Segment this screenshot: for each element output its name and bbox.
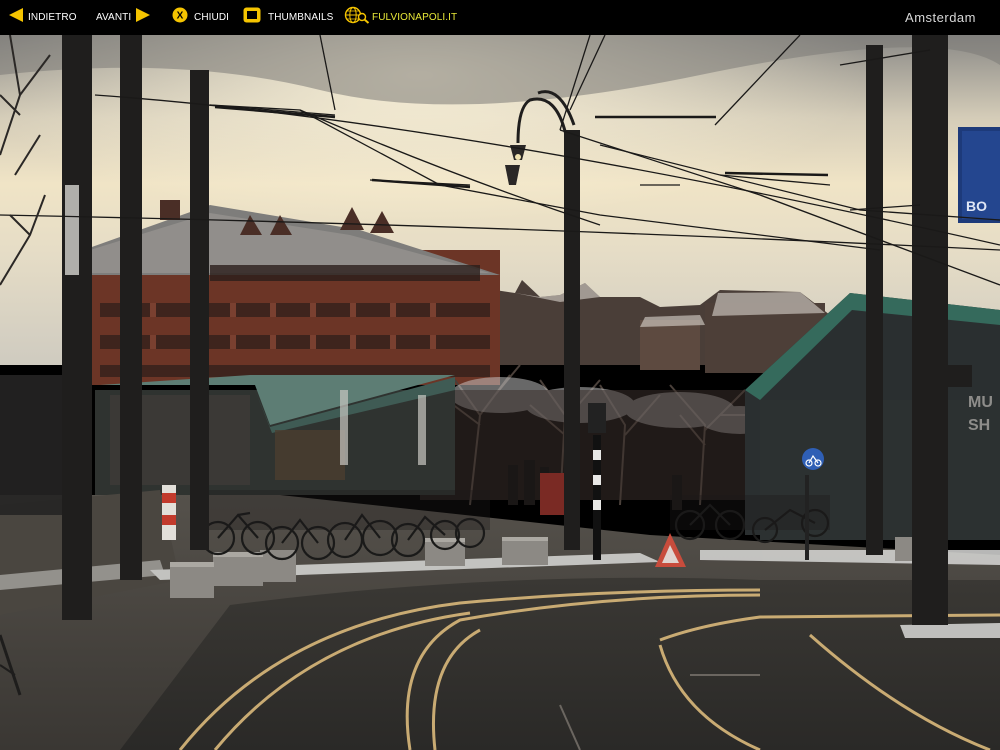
site-link[interactable]: FULVIONAPOLI.IT [344,0,457,35]
blue-sign-text: BO [966,198,987,214]
main-photo: MU SH BO [0,35,1000,750]
thumbnails-icon [243,7,261,28]
thumbnails-button[interactable]: THUMBNAILS [243,0,333,35]
site-label: FULVIONAPOLI.IT [372,12,458,23]
close-button[interactable]: X CHIUDI [172,0,229,35]
tram-shelter-left [95,375,455,495]
arrow-right-icon [135,7,151,28]
close-icon: X [172,7,188,28]
next-label: AVANTI [96,12,132,23]
shop-sign-line1: MU [968,394,993,411]
globe-search-icon [344,6,370,29]
next-button[interactable]: AVANTI [96,0,151,35]
close-icon-glyph: X [177,11,184,22]
close-label: CHIUDI [194,12,230,23]
prev-label: INDIETRO [28,12,77,23]
prev-button[interactable]: INDIETRO [8,0,77,35]
top-toolbar: INDIETRO AVANTI X CHIUDI THUMBNAILS FULV… [0,0,1000,35]
gallery-title: Amsterdam [905,10,976,25]
tram-road [120,577,1000,750]
shop-sign-line2: SH [968,417,990,434]
thumbnails-label: THUMBNAILS [268,12,334,23]
arrow-left-icon [8,7,24,28]
blue-banner-sign: BO [958,127,1000,223]
